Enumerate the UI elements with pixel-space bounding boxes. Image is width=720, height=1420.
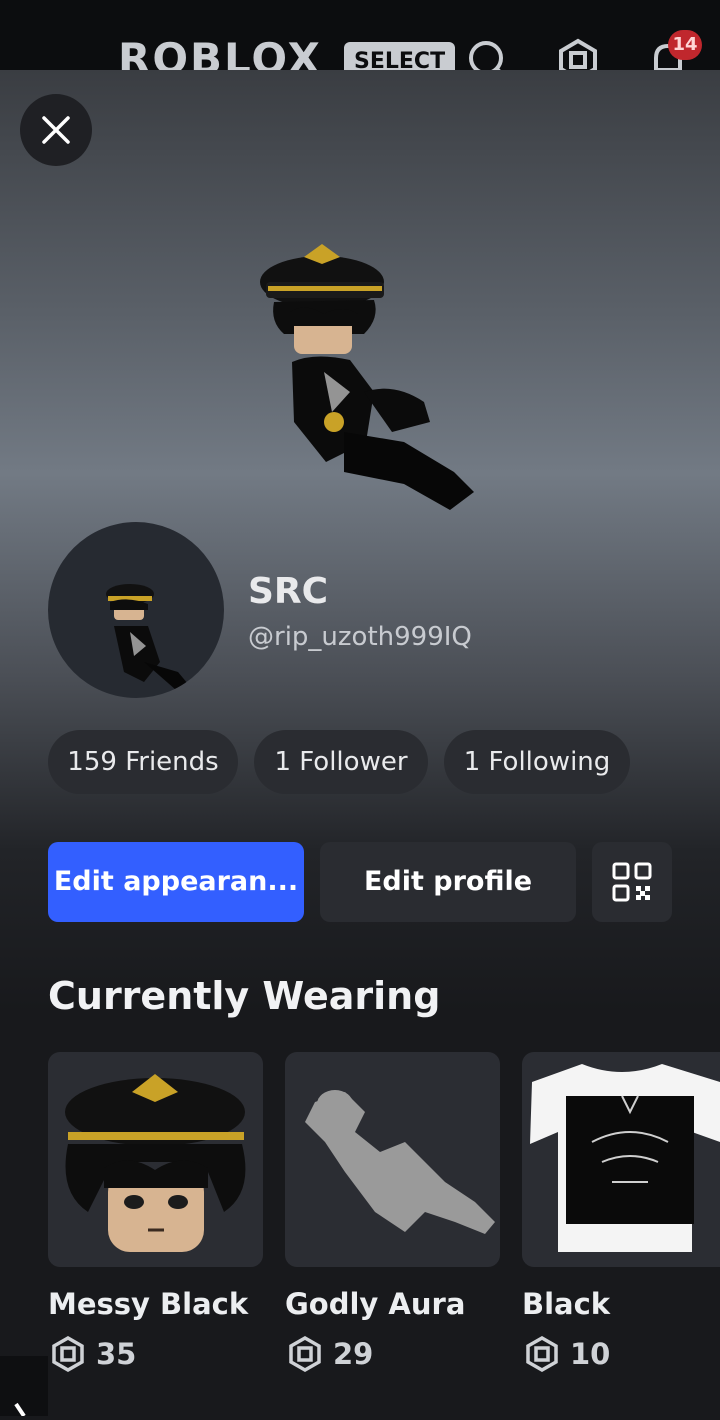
item-price-value: 10 [570,1337,611,1371]
edit-profile-button[interactable]: Edit profile [320,842,576,922]
item-thumbnail-shirt [530,1064,720,1252]
profile-sheet: SRC @rip_uzoth999IQ 159 Friends 1 Follow… [0,70,720,1416]
search-icon[interactable] [466,38,510,72]
item-price: 35 [50,1334,136,1374]
item-name[interactable]: Black [522,1284,610,1324]
item-name[interactable]: Messy Black [48,1284,248,1324]
followers-pill[interactable]: 1 Follower [254,730,428,794]
robux-icon [526,1336,558,1372]
avatar-image [106,584,188,690]
following-pill[interactable]: 1 Following [444,730,630,794]
robux-icon[interactable] [556,38,600,72]
item-card-godly-aura[interactable] [285,1052,500,1267]
notification-badge: 14 [668,30,702,60]
qr-code-button[interactable] [592,842,672,922]
qr-code-icon [612,862,652,902]
avatar-headshot[interactable] [48,522,224,698]
username: @rip_uzoth999IQ [248,622,472,652]
robux-icon [52,1336,84,1372]
bottom-tab-edge[interactable] [0,1356,48,1418]
close-button[interactable] [20,94,92,166]
item-price-value: 35 [96,1337,137,1371]
item-price: 10 [524,1334,610,1374]
item-price: 29 [287,1334,373,1374]
display-name: SRC [248,571,329,612]
friends-pill[interactable]: 159 Friends [48,730,238,794]
chevron-icon [14,1402,26,1418]
roblox-logo[interactable]: ROBLOX [118,34,322,72]
avatar-render [260,244,474,510]
item-card-messy-black[interactable] [48,1052,263,1267]
item-card-black[interactable] [522,1052,720,1267]
app-header: ROBLOX SELECT 14 [0,0,720,72]
currently-wearing-title: Currently Wearing [48,974,441,1018]
select-badge: SELECT [344,42,456,72]
robux-icon [289,1336,321,1372]
item-thumbnail-hair [65,1074,246,1252]
edit-appearance-button[interactable]: Edit appearan... [48,842,304,922]
item-price-value: 29 [333,1337,374,1371]
item-name[interactable]: Godly Aura [285,1284,465,1324]
item-thumbnail-pose [305,1090,495,1234]
close-icon [42,116,70,144]
